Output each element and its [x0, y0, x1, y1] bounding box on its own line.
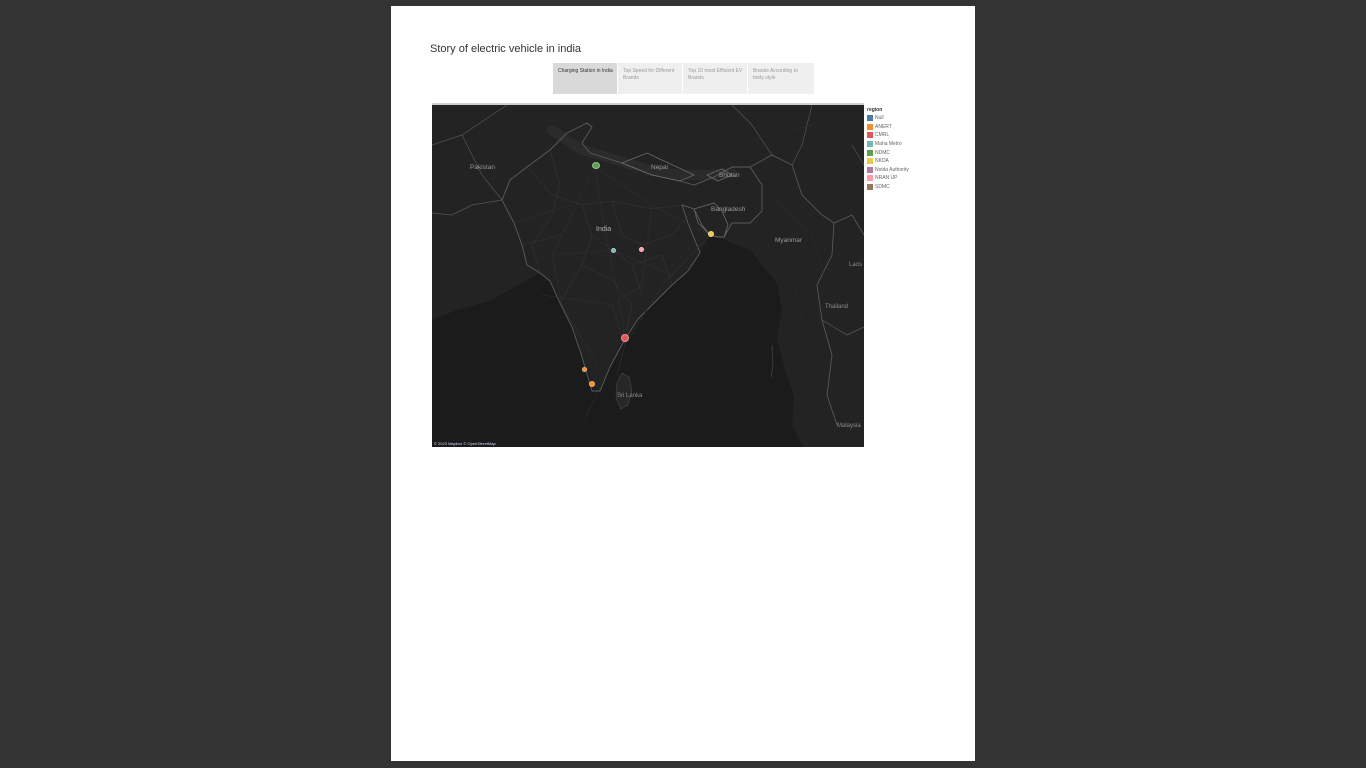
legend-label: NRAN UP [875, 175, 898, 182]
map-label-pakistan: Pakistan [470, 164, 495, 171]
map-label-malaysia: Malaysia [837, 423, 861, 429]
legend-item-cmrl[interactable]: CMRL [867, 131, 957, 140]
legend-swatch [867, 175, 873, 182]
legend-swatch [867, 141, 873, 148]
legend-label: CMRL [875, 132, 890, 139]
map-label-bhutan: Bhutan [719, 172, 740, 179]
story-point-body-style[interactable]: Brands According to body style [748, 63, 813, 94]
legend-item-nran-up[interactable]: NRAN UP [867, 174, 957, 183]
station-marker-ndmc[interactable] [592, 162, 600, 169]
map-label-bangladesh: Bangladesh [711, 206, 746, 213]
story-point-charging-station[interactable]: Charging Station in India [553, 63, 618, 94]
map-label-thailand: Thailand [825, 304, 849, 310]
station-marker-maha-metro[interactable] [611, 248, 616, 253]
legend-swatch [867, 132, 873, 139]
legend-item-null[interactable]: Null [867, 114, 957, 123]
story-navigator: Charging Station in India Top Speed for … [553, 63, 814, 94]
charging-station-map[interactable]: Pakistan Nepal Bhutan Bangladesh India M… [432, 103, 864, 447]
station-marker-anert-south[interactable] [589, 381, 595, 387]
legend-swatch [867, 166, 873, 173]
legend-label: Maha Metro [875, 141, 902, 148]
story-page: Story of electric vehicle in india Charg… [391, 6, 975, 761]
story-point-efficient-brands[interactable]: Top 10 most Efficient EV Brands [683, 63, 748, 94]
station-marker-anert-north[interactable] [582, 367, 587, 372]
legend-label: NDMC [875, 149, 890, 156]
station-marker-nran-up[interactable] [639, 247, 644, 252]
legend-item-nkda[interactable]: NKDA [867, 157, 957, 166]
legend-swatch [867, 158, 873, 165]
legend-item-maha-metro[interactable]: Maha Metro [867, 140, 957, 149]
station-marker-cmrl[interactable] [621, 334, 629, 342]
legend-swatch [867, 123, 873, 130]
legend-label: NKDA [875, 158, 889, 165]
legend-item-noida-authority[interactable]: Noida Authority [867, 166, 957, 175]
region-legend: region Null ANERT CMRL Maha Metro NDMC N… [867, 107, 957, 191]
legend-swatch [867, 149, 873, 156]
legend-swatch [867, 115, 873, 122]
map-label-laos: Laos [849, 262, 863, 268]
map-basemap [432, 105, 864, 447]
map-label-myanmar: Myanmar [775, 237, 803, 244]
story-title: Story of electric vehicle in india [430, 43, 582, 55]
map-label-india: India [596, 226, 612, 233]
legend-swatch [867, 184, 873, 191]
map-label-nepal: Nepal [651, 164, 668, 171]
legend-item-sdmc[interactable]: SDMC [867, 183, 957, 192]
map-attribution-link[interactable]: © 2023 Mapbox © OpenStreetMap [434, 441, 496, 446]
legend-title: region [867, 107, 883, 113]
legend-label: Null [875, 115, 884, 122]
map-label-sri-lanka: Sri Lanka [617, 393, 643, 399]
legend-item-anert[interactable]: ANERT [867, 123, 957, 132]
legend-label: Noida Authority [875, 166, 909, 173]
legend-label: ANERT [875, 123, 892, 130]
station-marker-nkda[interactable] [708, 231, 714, 237]
story-point-top-speed[interactable]: Top Speed for Different Brands [618, 63, 683, 94]
legend-label: SDMC [875, 184, 890, 191]
legend-item-ndmc[interactable]: NDMC [867, 148, 957, 157]
